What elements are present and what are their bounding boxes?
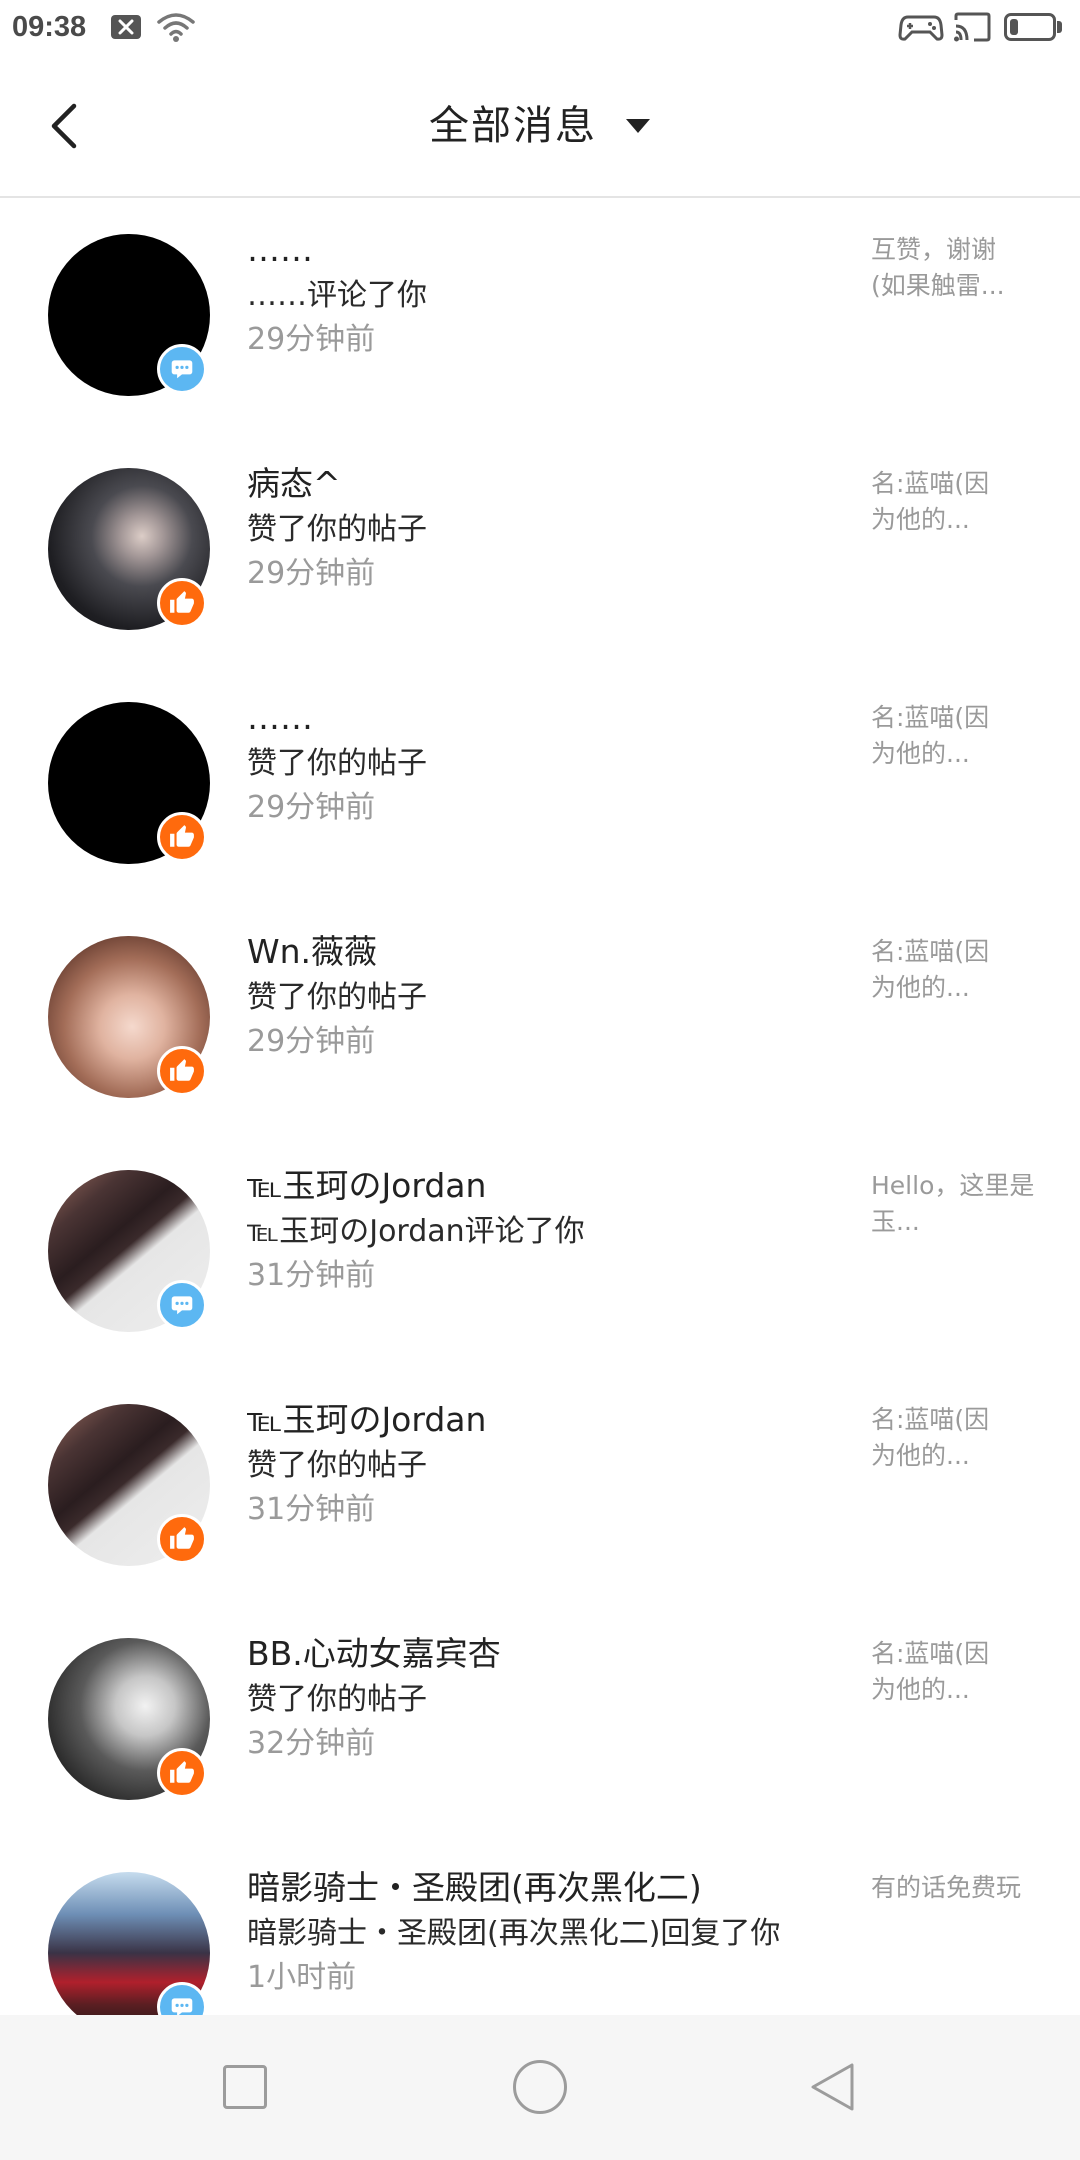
message-action: ℡玉珂のJordan评论了你 [247,1214,585,1249]
post-snippet-line: 名:蓝喵(因 [871,1639,990,1668]
comment-icon [169,1994,195,2015]
post-snippet: 名:蓝喵(因 为他的... [871,466,1061,538]
message-time: 29分钟前 [247,556,376,591]
status-time: 09:38 [12,11,87,43]
post-snippet: 名:蓝喵(因 为他的... [871,700,1061,772]
post-snippet: Hello，这里是 玉... [871,1168,1061,1240]
sender-name: 暗影骑士・圣殿团(再次黑化二) [247,1868,702,1907]
thumbs-up-icon [169,1526,195,1552]
wifi-icon [157,13,195,42]
message-item[interactable]: 暗影骑士・圣殿团(再次黑化二) 暗影骑士・圣殿团(再次黑化二)回复了你 1小时前 有的… [0,1836,1080,2015]
message-type-badge [157,1514,207,1564]
message-item[interactable]: BB.心动女嘉宾杏赞了你的帖子 32分钟前 名:蓝喵(因 为他的... [0,1602,1080,1836]
thumbs-up-icon [169,1760,195,1786]
message-type-badge [157,1280,207,1330]
post-snippet-line: Hello，这里是 [871,1171,1035,1200]
message-type-badge [157,578,207,628]
battery-level-fill [1010,19,1018,35]
message-time: 29分钟前 [247,790,376,825]
message-list[interactable]: …… ……评论了你 29分钟前 互赞，谢谢 (如果触雷... 病态^ 赞了你的帖子 29分钟前… [0,198,1080,2015]
gamepad-icon [898,15,944,41]
notification-close-icon [111,15,141,39]
message-type-badge [157,812,207,862]
post-snippet: 有的话免费玩 [871,1870,1061,1906]
message-item[interactable]: Wn.薇薇赞了你的帖子 29分钟前 名:蓝喵(因 为他的... [0,900,1080,1134]
thumbs-up-icon [169,590,195,616]
sender-name: …… [247,230,313,269]
thumbs-up-icon [169,824,195,850]
message-action: 赞了你的帖子 [247,512,427,547]
thumbs-up-icon [169,1058,195,1084]
status-bar: 09:38 [0,0,1080,56]
dropdown-triangle-icon [626,119,650,133]
message-action: ……评论了你 [247,278,427,313]
post-snippet: 互赞，谢谢 (如果触雷... [871,232,1061,304]
message-item[interactable]: ℡玉珂のJordan 赞了你的帖子 31分钟前 名:蓝喵(因 为他的... [0,1368,1080,1602]
message-action: 赞了你的帖子 [247,746,427,781]
top-app-bar: 全部消息 [0,56,1080,198]
message-time: 31分钟前 [247,1492,376,1527]
system-navigation-bar [0,2015,1080,2160]
post-snippet-line: 为他的... [871,739,970,768]
sender-name: ℡玉珂のJordan [247,1400,487,1439]
post-snippet-line: 名:蓝喵(因 [871,1405,990,1434]
back-icon[interactable] [808,2061,858,2113]
message-filter-dropdown[interactable]: 全部消息 [0,100,1080,152]
post-snippet-line: 为他的... [871,1441,970,1470]
post-snippet-line: 为他的... [871,505,970,534]
sender-name: ℡玉珂のJordan [247,1166,487,1205]
message-item[interactable]: 病态^ 赞了你的帖子 29分钟前 名:蓝喵(因 为他的... [0,432,1080,666]
comment-icon [169,1292,195,1318]
recent-apps-icon[interactable] [223,2065,267,2109]
post-snippet-line: 名:蓝喵(因 [871,937,990,966]
app-screen: 09:38 全部消息 …… ……评论了你 29分钟前 互赞，谢谢 (如果触雷..… [0,0,1080,2160]
battery-nub [1057,21,1062,33]
post-snippet-line: 为他的... [871,1675,970,1704]
post-snippet: 名:蓝喵(因 为他的... [871,934,1061,1006]
message-item[interactable]: ℡玉珂のJordan ℡玉珂のJordan评论了你 31分钟前 Hello，这里是 玉.… [0,1134,1080,1368]
message-action: 赞了你的帖子 [247,1448,427,1483]
sender-name: 病态^ [247,464,341,503]
sender-name: Wn.薇薇 [247,932,378,971]
message-time: 1小时前 [247,1960,357,1995]
message-type-badge [157,344,207,394]
message-action: 暗影骑士・圣殿团(再次黑化二)回复了你 [247,1916,781,1951]
page-title: 全部消息 [429,103,597,149]
post-snippet-line: 名:蓝喵(因 [871,703,990,732]
message-item[interactable]: …… ……评论了你 29分钟前 互赞，谢谢 (如果触雷... [0,198,1080,432]
message-time: 29分钟前 [247,322,376,357]
message-item[interactable]: …… 赞了你的帖子 29分钟前 名:蓝喵(因 为他的... [0,666,1080,900]
home-icon[interactable] [513,2060,567,2114]
post-snippet: 名:蓝喵(因 为他的... [871,1636,1061,1708]
cast-icon [954,12,991,42]
post-snippet-line: 为他的... [871,973,970,1002]
sender-name: …… [247,698,313,737]
message-time: 32分钟前 [247,1726,376,1761]
battery-icon [1004,13,1066,43]
message-action: 赞了你的帖子 [247,980,427,1015]
message-action: 赞了你的帖子 [247,1682,427,1717]
post-snippet-line: 有的话免费玩 [871,1873,1022,1902]
post-snippet-line: 玉... [871,1207,920,1236]
comment-icon [169,356,195,382]
post-snippet-line: 名:蓝喵(因 [871,469,990,498]
post-snippet-line: (如果触雷... [871,271,1005,300]
post-snippet: 名:蓝喵(因 为他的... [871,1402,1061,1474]
message-type-badge [157,1748,207,1798]
battery-outline [1004,13,1056,41]
post-snippet-line: 互赞，谢谢 [871,235,997,264]
sender-name: BB.心动女嘉宾杏 [247,1634,501,1673]
message-time: 29分钟前 [247,1024,376,1059]
message-type-badge [157,1046,207,1096]
message-time: 31分钟前 [247,1258,376,1293]
